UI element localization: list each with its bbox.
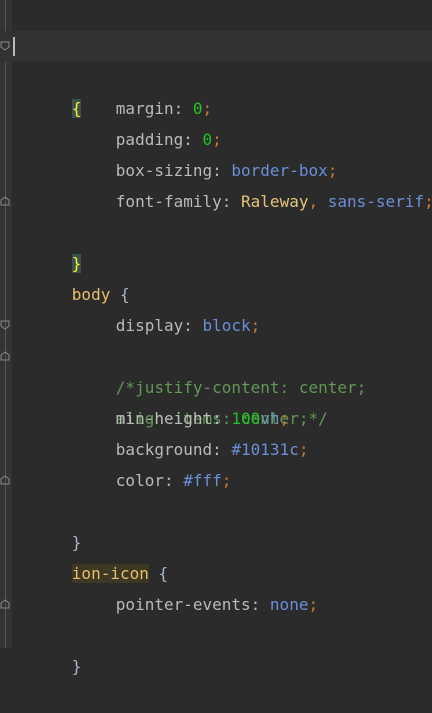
code-line-14[interactable]: background: #10131c; bbox=[0, 403, 432, 459]
code-line-3[interactable]: margin: 0; bbox=[0, 62, 432, 118]
code-line-16[interactable]: } bbox=[0, 465, 432, 552]
code-line-10[interactable]: display: block; bbox=[0, 279, 432, 335]
code-line-11[interactable]: /*justify-content: center; bbox=[0, 310, 432, 397]
text-cursor bbox=[13, 37, 15, 56]
code-line-20[interactable]: } bbox=[0, 589, 432, 676]
fold-marker-icon[interactable] bbox=[0, 41, 10, 51]
fold-marker-icon[interactable] bbox=[0, 351, 10, 361]
fold-marker-icon[interactable] bbox=[0, 475, 10, 485]
code-line-5[interactable]: box-sizing: border-box; bbox=[0, 124, 432, 180]
code-line-9[interactable]: body { bbox=[0, 248, 432, 304]
close-brace: } bbox=[71, 657, 82, 676]
code-line-8[interactable] bbox=[0, 217, 432, 248]
fold-marker-icon[interactable] bbox=[0, 320, 10, 330]
code-line-2[interactable]: { bbox=[0, 31, 432, 118]
code-line-17[interactable] bbox=[0, 496, 432, 527]
code-editor[interactable]: * { margin: 0; padding: 0; box-sizing: b… bbox=[0, 0, 432, 676]
code-line-7[interactable]: } bbox=[0, 186, 432, 273]
fold-marker-icon[interactable] bbox=[0, 196, 10, 206]
code-line-6[interactable]: font-family: Raleway, sans-serif; bbox=[0, 155, 432, 211]
code-line-19[interactable]: pointer-events: none; bbox=[0, 558, 432, 614]
code-lines[interactable]: * { margin: 0; padding: 0; box-sizing: b… bbox=[0, 0, 432, 676]
code-line-12[interactable]: align-items: center;*/ bbox=[0, 341, 432, 428]
code-line-18[interactable]: ion-icon { bbox=[0, 527, 432, 583]
code-line-15[interactable]: color: #fff; bbox=[0, 434, 432, 490]
code-line-13[interactable]: min-height: 100vh; bbox=[0, 372, 432, 428]
code-line-1[interactable]: * bbox=[0, 0, 432, 56]
fold-marker-icon[interactable] bbox=[0, 599, 10, 609]
code-line-4[interactable]: padding: 0; bbox=[0, 93, 432, 149]
